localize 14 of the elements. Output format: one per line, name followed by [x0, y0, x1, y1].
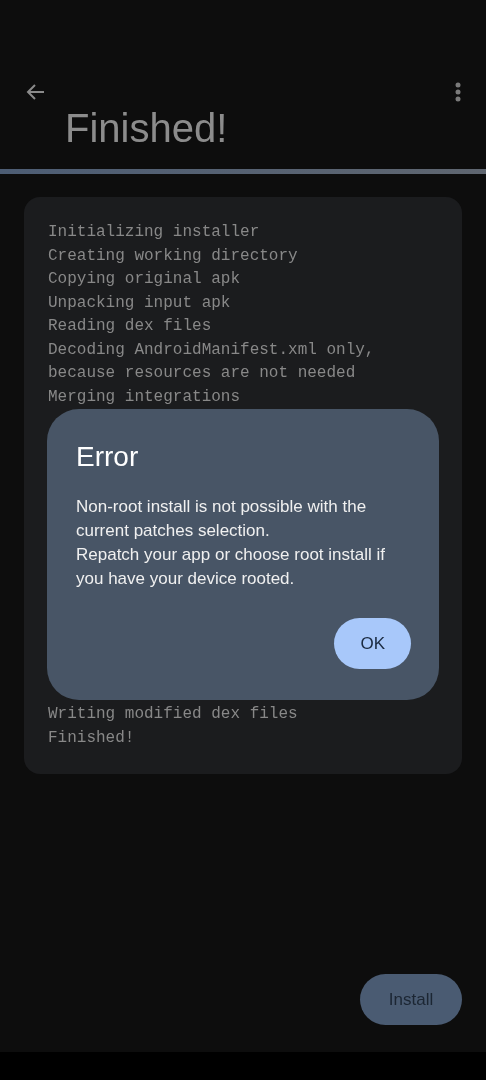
log-line: Copying original apk [48, 269, 242, 290]
log-line: Finished! [48, 727, 136, 749]
dialog-message: Non-root install is not possible with the current patches selection. Repatch your app or choose root install if you have your device rooted. [76, 496, 386, 590]
log-line: Unpacking input apk [48, 292, 232, 314]
dialog-title: Error [76, 440, 140, 474]
log-line: Initializing installer [48, 222, 261, 243]
ok-button[interactable]: OK [334, 618, 411, 669]
log-line: Merging integrations [48, 386, 242, 408]
page-title: Finished! [64, 106, 229, 150]
log-line: Creating working directory [48, 245, 299, 267]
log-line: Writing modified dex files [48, 704, 299, 725]
log-line: Reading dex files [48, 316, 213, 337]
log-line: Decoding AndroidManifest.xml only, because resources are not needed [48, 339, 376, 384]
more-options-icon [454, 80, 462, 104]
